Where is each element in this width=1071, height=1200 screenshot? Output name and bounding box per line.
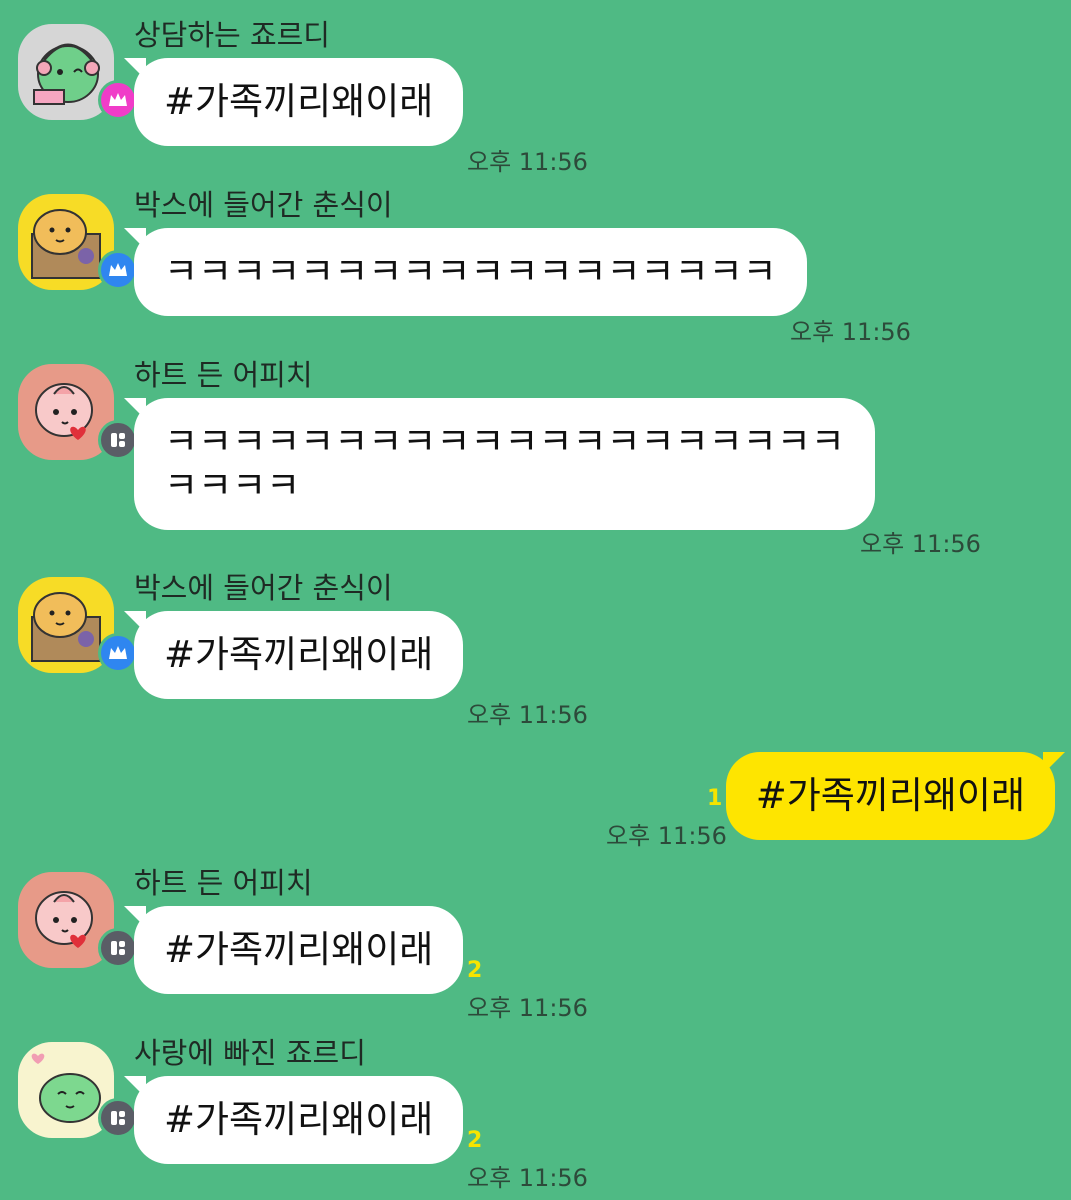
sender-name: 사랑에 빠진 죠르디 xyxy=(134,1036,366,1070)
member-badge-icon xyxy=(98,928,138,968)
jordy-headset-icon[interactable] xyxy=(18,24,138,120)
message-line: ㅋㅋㅋㅋ xyxy=(164,464,301,507)
crown-badge-icon xyxy=(98,250,138,290)
member-badge-icon xyxy=(98,1098,138,1138)
message-line: ㅋㅋㅋㅋㅋㅋㅋㅋㅋㅋㅋㅋㅋㅋㅋㅋㅋㅋㅋㅋ xyxy=(164,420,845,463)
choonsik-box-icon[interactable] xyxy=(18,194,138,290)
timestamp: 오후 11:56 xyxy=(606,822,727,850)
read-count: 2 xyxy=(467,1128,483,1153)
sender-name: 하트 든 어피치 xyxy=(134,866,313,900)
timestamp: 오후 11:56 xyxy=(467,148,588,176)
crown-badge-icon xyxy=(98,633,138,673)
message-bubble[interactable]: ㅋㅋㅋㅋㅋㅋㅋㅋㅋㅋㅋㅋㅋㅋㅋㅋㅋㅋㅋㅋ ㅋㅋㅋㅋ xyxy=(124,398,875,530)
timestamp: 오후 11:56 xyxy=(467,994,588,1022)
sender-name: 박스에 들어간 춘식이 xyxy=(134,571,393,605)
read-count: 2 xyxy=(467,958,483,983)
message-bubble[interactable]: #가족끼리왜이래 xyxy=(123,906,464,994)
sender-name: 상담하는 죠르디 xyxy=(134,18,330,52)
timestamp: 오후 11:56 xyxy=(467,701,588,729)
my-message-bubble[interactable]: #가족끼리왜이래 xyxy=(725,752,1066,840)
choonsik-box-icon[interactable] xyxy=(18,577,138,673)
timestamp: 오후 11:56 xyxy=(790,318,911,346)
timestamp: 오후 11:56 xyxy=(860,530,981,558)
message-bubble[interactable]: #가족끼리왜이래 xyxy=(123,1076,464,1164)
apeach-heart-icon[interactable] xyxy=(18,364,138,460)
timestamp: 오후 11:56 xyxy=(467,1164,588,1192)
message-bubble[interactable]: #가족끼리왜이래 xyxy=(123,58,464,146)
jordy-love-icon[interactable] xyxy=(18,1042,138,1138)
crown-badge-icon xyxy=(98,80,138,120)
read-count: 1 xyxy=(707,786,723,811)
sender-name: 하트 든 어피치 xyxy=(134,358,313,392)
member-badge-icon xyxy=(98,420,138,460)
message-bubble[interactable]: ㅋㅋㅋㅋㅋㅋㅋㅋㅋㅋㅋㅋㅋㅋㅋㅋㅋㅋ xyxy=(124,228,807,316)
apeach-heart-icon[interactable] xyxy=(18,872,138,968)
message-bubble[interactable]: #가족끼리왜이래 xyxy=(123,611,464,699)
sender-name: 박스에 들어간 춘식이 xyxy=(134,188,393,222)
